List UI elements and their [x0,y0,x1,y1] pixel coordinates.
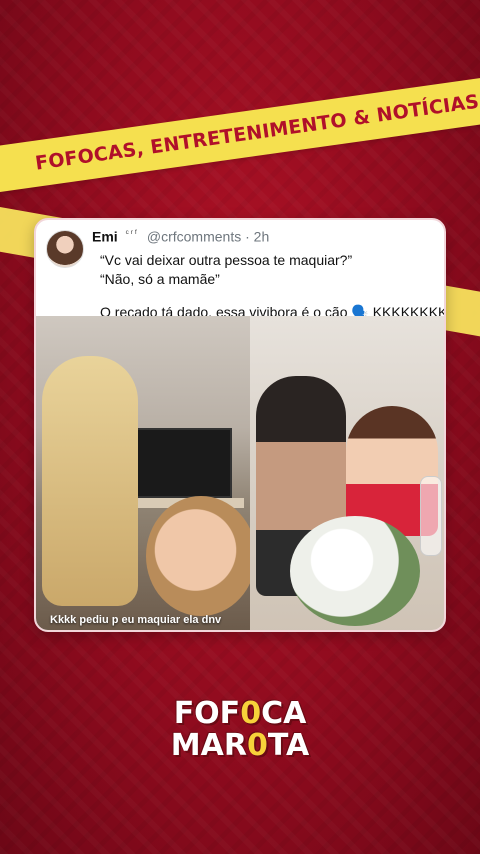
tweet-media[interactable]: Kkkk pediu p eu maquiar ela dnv [36,316,444,630]
tweet-text-line: “Vc vai deixar outra pessoa te maquiar?” [100,252,353,268]
flowers-shape [290,516,420,626]
media-photo-right[interactable] [250,316,444,630]
tv-shape [128,428,232,498]
logo-text: FOF [173,696,241,731]
author-name[interactable]: Emi [92,229,118,245]
logo-line-1: FOF 0 CA [158,698,322,730]
logo-text: MAR [170,728,247,763]
mother-figure [42,356,138,606]
tweet-text-line: “Não, só a mamãe” [100,271,220,287]
child-figure [146,496,250,616]
handle-and-time[interactable]: @crfcomments · 2h [147,229,269,245]
logo-text: CA [261,696,307,731]
logo-text: TA [267,728,310,763]
avatar[interactable] [46,230,84,268]
logo-text: 0 [246,728,268,763]
glass-shape [420,476,442,556]
author-badge: ᶜʳᶠ [125,228,139,238]
logo-line-2: MAR 0 TA [158,730,322,762]
logo-text: 0 [240,696,262,731]
media-caption: Kkkk pediu p eu maquiar ela dnv [50,614,222,626]
media-photo-left[interactable]: Kkkk pediu p eu maquiar ela dnv [36,316,250,630]
tweet-meta: Emi ᶜʳᶠ @crfcomments · 2h [92,228,269,245]
brand-logo: FOF 0 CA MAR 0 TA [158,698,322,768]
tweet-card[interactable]: Emi ᶜʳᶠ @crfcomments · 2h “Vc vai deixar… [34,218,446,632]
